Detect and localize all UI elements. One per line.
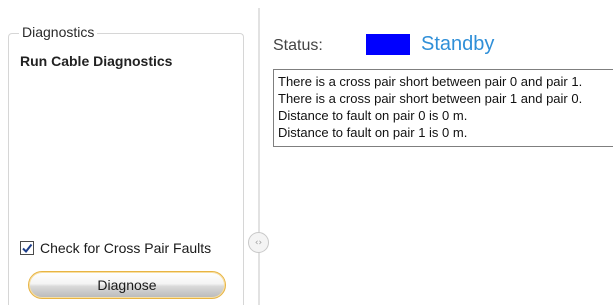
output-line: Distance to fault on pair 0 is 0 m.: [278, 108, 468, 123]
cross-pair-faults-checkbox[interactable]: [20, 241, 34, 255]
group-title: Diagnostics: [19, 24, 98, 40]
diagnostics-panel: Diagnostics Run Cable Diagnostics Check …: [0, 0, 258, 305]
diagnostics-output[interactable]: There is a cross pair short between pair…: [273, 69, 613, 147]
diagnose-button[interactable]: Diagnose: [28, 271, 226, 299]
expand-collapse-icon[interactable]: ‹›: [248, 232, 269, 253]
cross-pair-faults-checkbox-row[interactable]: Check for Cross Pair Faults: [20, 240, 211, 256]
status-color-indicator: [366, 34, 410, 55]
diagnostics-group-box: [8, 33, 244, 305]
status-value: Standby: [421, 33, 495, 55]
checkmark-icon: [22, 243, 33, 254]
status-label: Status:: [273, 37, 323, 54]
output-line: Distance to fault on pair 1 is 0 m.: [278, 125, 468, 140]
checkbox-label: Check for Cross Pair Faults: [40, 240, 212, 256]
panel-splitter[interactable]: [258, 8, 260, 305]
section-title: Run Cable Diagnostics: [20, 53, 173, 69]
output-line: There is a cross pair short between pair…: [278, 74, 583, 89]
output-line: There is a cross pair short between pair…: [278, 91, 583, 106]
